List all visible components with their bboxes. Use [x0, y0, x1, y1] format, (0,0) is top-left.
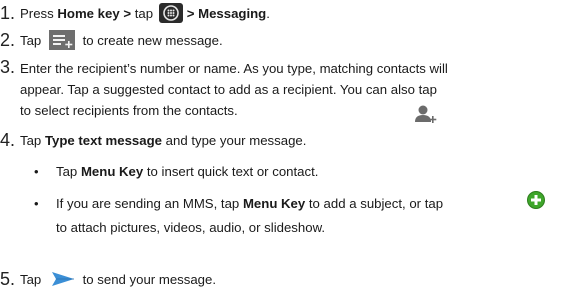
step-text: Press Home key > tap > Messaging.	[20, 2, 270, 24]
bullet-text: Tap Menu Key to insert quick text or con…	[56, 164, 319, 179]
step-number: 1.	[0, 3, 16, 23]
step-number: 5.	[0, 269, 16, 289]
bullet-dot: •	[34, 164, 39, 179]
send-icon	[51, 271, 75, 287]
attach-plus-icon	[527, 191, 545, 209]
step-1: 1. Press Home key > tap > Messaging.	[0, 2, 569, 26]
step-text: Tap to send your message.	[20, 271, 217, 287]
apps-grid-icon	[158, 2, 183, 23]
step-text: Tap to create new message.	[20, 29, 223, 51]
step-text: Tap Type text message and type your mess…	[20, 133, 307, 148]
step-4: 4. Tap Type text message and type your m…	[0, 131, 569, 153]
add-contact-icon	[414, 104, 438, 124]
compose-message-icon	[48, 29, 75, 50]
step-3: 3. Enter the recipient’s number or name.…	[0, 57, 569, 124]
step-number: 4.	[0, 130, 16, 150]
step-2: 2. Tap to create new message.	[0, 29, 569, 53]
bullet-item-2: • If you are sending an MMS, tap Menu Ke…	[0, 191, 569, 241]
step-number: 3.	[0, 57, 16, 77]
bullet-text: If you are sending an MMS, tap Menu Key …	[56, 196, 444, 235]
step-number: 2.	[0, 30, 16, 50]
step-text: Enter the recipient’s number or name. As…	[20, 61, 448, 118]
step-5: 5. Tap to send your message.	[0, 270, 569, 292]
bullet-item-1: • Tap Menu Key to insert quick text or c…	[0, 163, 569, 183]
bullet-dot: •	[34, 196, 39, 211]
